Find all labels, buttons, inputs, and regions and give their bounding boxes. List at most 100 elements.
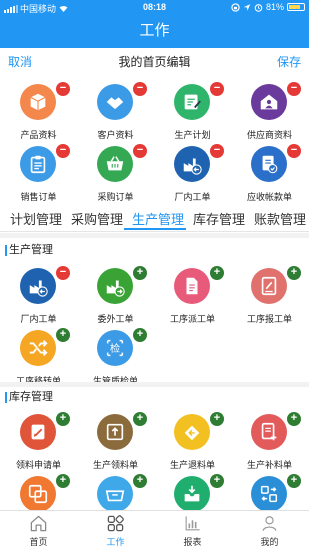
remove-badge-button[interactable]: − [133, 82, 147, 96]
add-badge-button[interactable]: + [210, 266, 224, 280]
grid-item[interactable]: − 产品资料 [0, 82, 77, 150]
save-button[interactable]: 保存 [277, 53, 301, 70]
nav-mine[interactable]: 我的 [231, 511, 308, 550]
tab-production[interactable]: 生产管理 [132, 209, 184, 228]
section-title-production: 生产管理 [0, 241, 309, 259]
plan-board-icon [174, 84, 210, 120]
remove-badge-button[interactable]: − [133, 144, 147, 158]
grid-item[interactable]: − 销售订单 [0, 144, 77, 212]
add-badge-button[interactable]: + [133, 474, 147, 488]
grid-item-label: 生产计划 [174, 130, 211, 140]
grid-item-label: 生产领料单 [92, 460, 138, 470]
battery-icon [287, 3, 305, 11]
layers-icon [20, 476, 56, 512]
grid-item-label: 工序派工单 [169, 314, 215, 324]
active-tab-indicator [124, 228, 186, 230]
grid-item-label: 客户资料 [97, 130, 134, 140]
tab-plan[interactable]: 计划管理 [10, 209, 62, 228]
grid-item[interactable]: − 供应商资料 [231, 82, 308, 150]
grid-item[interactable]: + 领料申请单 [0, 412, 77, 480]
grid-item[interactable]: − 采购订单 [77, 144, 154, 212]
remove-badge-button[interactable]: − [287, 144, 301, 158]
add-badge-button[interactable]: + [210, 474, 224, 488]
grid-item[interactable]: + 生产退料单 [154, 412, 231, 480]
battery-percent: 81% [265, 2, 284, 12]
nav-label: 首页 [29, 537, 48, 547]
tab-accounts[interactable]: 账款管理 [254, 209, 306, 228]
grid-item-label: 生产补料单 [246, 460, 292, 470]
remove-badge-button[interactable]: − [56, 82, 70, 96]
add-badge-button[interactable]: + [210, 412, 224, 426]
grid-icon [107, 515, 124, 532]
outsource-factory-icon [97, 268, 133, 304]
grid-item[interactable]: − 厂内工单 [154, 144, 231, 212]
svg-text:检: 检 [110, 342, 120, 355]
add-badge-button[interactable]: + [133, 328, 147, 342]
remove-badge-button[interactable]: − [210, 82, 224, 96]
add-badge-button[interactable]: + [56, 474, 70, 488]
add-badge-button[interactable]: + [133, 266, 147, 280]
grid-item[interactable]: − 客户资料 [77, 82, 154, 150]
grid-item-label: 工序报工单 [246, 314, 292, 324]
grid-item[interactable]: − 应收帐款单 [231, 144, 308, 212]
nav-work[interactable]: 工作 [77, 511, 154, 550]
grid-item[interactable]: + 工序派工单 [154, 266, 231, 334]
home-icon [30, 515, 47, 532]
location-icon [243, 3, 251, 11]
nav-label: 报表 [183, 537, 202, 547]
tab-purchase[interactable]: 采购管理 [71, 209, 123, 228]
nav-home[interactable]: 首页 [0, 511, 77, 550]
edit-doc-icon [20, 414, 56, 450]
inbox-icon [174, 476, 210, 512]
lock-rotation-icon [231, 2, 240, 12]
add-badge-button[interactable]: + [287, 266, 301, 280]
grid-item[interactable]: + 委外工单 [77, 266, 154, 334]
supplement-doc-icon [251, 414, 287, 450]
grid-item-label: 领料申请单 [15, 460, 61, 470]
shuffle-icon [20, 330, 56, 366]
report-doc-icon [251, 268, 287, 304]
divider [0, 382, 309, 387]
cancel-button[interactable]: 取消 [8, 53, 32, 70]
add-badge-button[interactable]: + [287, 474, 301, 488]
grid-item-label: 委外工单 [97, 314, 134, 324]
dispatch-doc-icon [174, 268, 210, 304]
page-title: 工作 [0, 14, 309, 48]
grid-item-label: 销售订单 [20, 192, 57, 202]
grid-item-label: 产品资料 [20, 130, 57, 140]
bottom-nav: 首页 工作 报表 我的 [0, 510, 309, 550]
add-badge-button[interactable]: + [133, 412, 147, 426]
grid-item[interactable]: − 生产计划 [154, 82, 231, 150]
person-icon [262, 516, 277, 531]
add-badge-button[interactable]: + [287, 412, 301, 426]
nav-label: 工作 [106, 537, 125, 547]
category-tabs: 计划管理 采购管理 生产管理 库存管理 账款管理 [0, 206, 309, 232]
edit-title: 我的首页编辑 [118, 55, 191, 69]
clipboard-icon [20, 146, 56, 182]
grid-item[interactable]: + 生产领料单 [77, 412, 154, 480]
tab-inventory[interactable]: 库存管理 [193, 209, 245, 228]
grid-item-label: 供应商资料 [246, 130, 292, 140]
status-bar: 中国移动 08:18 81% [0, 0, 309, 14]
grid-item-label: 生产退料单 [169, 460, 215, 470]
transfer-grid-icon [251, 476, 287, 512]
return-icon [174, 414, 210, 450]
nav-reports[interactable]: 报表 [154, 511, 231, 550]
factory-icon [20, 268, 56, 304]
add-badge-button[interactable]: + [56, 328, 70, 342]
add-badge-button[interactable]: + [56, 412, 70, 426]
grid-item[interactable]: + 工序报工单 [231, 266, 308, 334]
remove-badge-button[interactable]: − [56, 266, 70, 280]
receivable-icon [251, 146, 287, 182]
section-title-inventory: 库存管理 [0, 388, 309, 406]
supplier-house-icon [251, 84, 287, 120]
cart-basket-icon [97, 476, 133, 512]
remove-badge-button[interactable]: − [287, 82, 301, 96]
pick-box-icon [97, 414, 133, 450]
grid-item[interactable]: + 生产补料单 [231, 412, 308, 480]
divider [0, 233, 309, 238]
grid-item[interactable]: − 厂内工单 [0, 266, 77, 334]
remove-badge-button[interactable]: − [56, 144, 70, 158]
box-icon [20, 84, 56, 120]
remove-badge-button[interactable]: − [210, 144, 224, 158]
